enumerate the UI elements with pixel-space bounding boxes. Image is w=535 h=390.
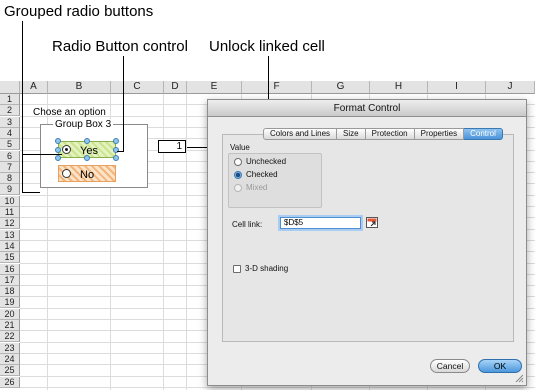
cancel-button[interactable]: Cancel [430, 359, 470, 373]
checked-option-label[interactable]: Checked [246, 170, 278, 179]
row-header-23[interactable]: 23 [0, 342, 20, 354]
callout-line [117, 151, 124, 152]
collapse-dialog-icon[interactable] [366, 217, 378, 228]
column-header-h[interactable]: H [370, 81, 428, 94]
mixed-option-label: Mixed [246, 183, 268, 192]
3d-shading-checkbox[interactable] [233, 265, 241, 273]
row-header-18[interactable]: 18 [0, 286, 20, 298]
row-header-26[interactable]: 26 [0, 376, 20, 388]
resize-handle-icon[interactable] [55, 147, 61, 153]
callout-line [22, 192, 40, 193]
row-header-15[interactable]: 15 [0, 252, 20, 264]
column-header-g[interactable]: G [312, 81, 370, 94]
resize-handle-icon[interactable] [84, 138, 90, 144]
column-header-i[interactable]: I [428, 81, 486, 94]
group-box-title: Group Box 3 [53, 119, 114, 130]
row-header-5[interactable]: 5 [0, 139, 20, 151]
row-header-25[interactable]: 25 [0, 365, 20, 377]
dialog-title: Format Control [208, 100, 526, 117]
resize-grip-icon[interactable] [515, 374, 524, 383]
row-header-12[interactable]: 12 [0, 218, 20, 230]
tab-properties[interactable]: Properties [414, 128, 465, 140]
select-all-corner[interactable] [0, 81, 20, 94]
tab-size[interactable]: Size [337, 128, 366, 140]
callout-grouped-radio-buttons: Grouped radio buttons [4, 3, 154, 20]
row-header-7[interactable]: 7 [0, 161, 20, 173]
row-header-8[interactable]: 8 [0, 173, 20, 185]
radio-yes-dot-icon [62, 145, 71, 154]
column-header-c[interactable]: C [111, 81, 164, 94]
column-header-j[interactable]: J [486, 81, 535, 94]
callout-line [123, 56, 124, 151]
row-header-17[interactable]: 17 [0, 274, 20, 286]
checked-radio[interactable] [234, 171, 242, 179]
radio-no-label: No [80, 169, 95, 181]
resize-handle-icon[interactable] [113, 138, 119, 144]
row-header-19[interactable]: 19 [0, 297, 20, 309]
format-control-dialog: Format Control Colors and Lines Size Pro… [207, 99, 527, 386]
option-label: Chose an option [33, 107, 106, 118]
callout-line [22, 154, 62, 155]
ok-button[interactable]: OK [478, 359, 522, 373]
column-header-a[interactable]: A [20, 81, 48, 94]
resize-handle-icon[interactable] [55, 138, 61, 144]
row-header-2[interactable]: 2 [0, 105, 20, 117]
row-header-24[interactable]: 24 [0, 353, 20, 365]
value-group-label: Value [230, 143, 250, 152]
column-header-d[interactable]: D [164, 81, 187, 94]
gridline [20, 386, 535, 388]
radio-no-dot-icon [62, 169, 71, 178]
column-header-e[interactable]: E [187, 81, 242, 94]
resize-handle-icon[interactable] [113, 147, 119, 153]
row-header-3[interactable]: 3 [0, 116, 20, 128]
row-header-1[interactable]: 1 [0, 94, 20, 105]
column-header-f[interactable]: F [242, 81, 312, 94]
tab-control[interactable]: Control [464, 128, 503, 140]
resize-handle-icon[interactable] [55, 155, 61, 161]
cell-link-input[interactable]: $D$5 [280, 217, 361, 229]
unchecked-option-label[interactable]: Unchecked [246, 157, 286, 166]
row-header-20[interactable]: 20 [0, 308, 20, 320]
cell-link-label: Cell link: [232, 220, 263, 229]
callout-radio-button-control: Radio Button control [52, 38, 188, 55]
row-header-11[interactable]: 11 [0, 207, 20, 218]
row-header-10[interactable]: 10 [0, 195, 20, 207]
tab-protection[interactable]: Protection [365, 128, 415, 140]
row-header-14[interactable]: 14 [0, 240, 20, 252]
tab-colors-and-lines[interactable]: Colors and Lines [263, 128, 338, 140]
linked-cell-d5[interactable]: 1 [158, 140, 186, 153]
row-header-21[interactable]: 21 [0, 320, 20, 331]
3d-shading-label[interactable]: 3-D shading [245, 264, 288, 273]
resize-handle-icon[interactable] [113, 155, 119, 161]
callout-unlock-linked-cell: Unlock linked cell [209, 38, 325, 55]
column-header-b[interactable]: B [48, 81, 111, 94]
row-header-4[interactable]: 4 [0, 127, 20, 139]
resize-handle-icon[interactable] [84, 155, 90, 161]
row-header-6[interactable]: 6 [0, 150, 20, 162]
row-header-16[interactable]: 16 [0, 263, 20, 275]
unchecked-radio[interactable] [234, 158, 242, 166]
callout-line [22, 21, 23, 192]
row-header-13[interactable]: 13 [0, 229, 20, 241]
mixed-radio [234, 184, 242, 192]
row-header-22[interactable]: 22 [0, 331, 20, 343]
row-header-9[interactable]: 9 [0, 184, 20, 196]
dialog-tab-bar: Colors and Lines Size Protection Propert… [263, 128, 503, 140]
